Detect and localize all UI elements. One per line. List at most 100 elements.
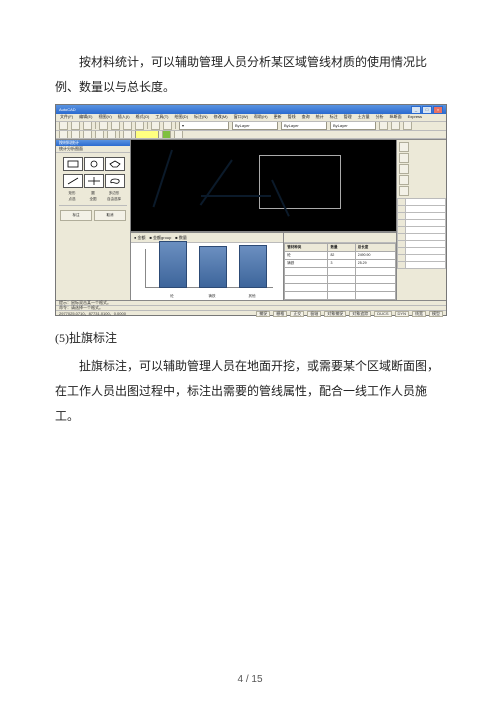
tb-run-icon[interactable] [162,131,171,139]
color-dropdown[interactable]: ByLayer [330,122,376,130]
table-header[interactable]: 数量 [328,244,355,252]
tb-new-icon[interactable] [59,122,68,130]
shape-crosshair-icon[interactable] [84,174,104,188]
tb-redo-icon[interactable] [163,122,172,130]
paragraph-2: 扯旗标注，可以辅助管理人员在地面开挖，或需要某个区域断面图，在工作人员出图过程中… [55,354,445,430]
chart-legend-item[interactable]: ■ 数量 [175,236,187,240]
chart-bar-label: 其他 [239,295,265,299]
menu-item[interactable]: 文件(F) [60,115,73,119]
prop-tool-icon[interactable] [399,186,409,196]
table-header[interactable]: 管材种类 [285,244,328,252]
shape-rectangle-icon[interactable] [63,157,83,171]
status-toggle[interactable]: 捕捉 [256,311,270,317]
tb-save-icon[interactable] [83,122,92,130]
data-pane-title [284,233,396,243]
status-toggle[interactable]: 模型 [429,311,443,317]
left-palette-panel: 按材料统计 统计分析图面 矩形 圆 多边形 点选 全图 [56,140,131,300]
tb-icon[interactable] [403,122,412,130]
menu-item[interactable]: 管线 [288,115,296,119]
tb-icon[interactable] [107,131,116,139]
menu-item[interactable]: 土方量 [358,115,370,119]
menu-item[interactable]: 统计 [316,115,324,119]
menu-item[interactable]: 查询 [302,115,310,119]
prop-value[interactable]: ByLayer [405,199,445,206]
table-header[interactable]: 总长度 [355,244,395,252]
shape-label: 点选 [63,198,81,202]
tb-icon[interactable] [95,131,104,139]
menu-item[interactable]: 纵断面 [390,115,402,119]
menu-item[interactable]: 标注(N) [194,115,208,119]
shape-line-icon[interactable] [63,174,83,188]
shape-lasso-icon[interactable] [105,174,125,188]
menu-item[interactable]: 格式(O) [136,115,150,119]
status-toggle[interactable]: 极轴 [307,311,321,317]
menu-item[interactable]: Express [408,115,422,119]
tb-icon[interactable] [83,131,92,139]
maximize-button[interactable]: □ [422,106,432,114]
annotate-button[interactable]: 标注 [60,210,92,221]
tb-print-icon[interactable] [99,122,108,130]
tb-icon[interactable] [59,131,68,139]
status-segments: 2977025.0710、87731.0100、0.0000 捕捉 栅格 正交 … [56,311,446,317]
menu-item[interactable]: 工具(T) [155,115,168,119]
palette-button-strip: 标注 取消 [56,208,130,223]
tb-undo-icon[interactable] [151,122,160,130]
chart-legend-item[interactable]: ■ 金额group [150,236,172,240]
status-toggle[interactable]: 线宽 [412,311,426,317]
table-row[interactable] [285,284,396,292]
menu-item[interactable]: 视图(V) [98,115,111,119]
status-toggle[interactable]: 正交 [290,311,304,317]
table-row[interactable] [285,292,396,300]
prop-tool-icon[interactable] [399,142,409,152]
menu-item[interactable]: 编辑(E) [79,115,92,119]
palette-tab[interactable]: 统计分析图面 [56,146,130,153]
tb-icon[interactable] [174,131,183,139]
tb-separator [95,122,96,129]
shape-circle-icon[interactable] [84,157,104,171]
bottom-pane: 金额 ■ 金额group ■ 数量 砼铸铁其他 管材种类 数量 [131,232,396,300]
status-toggle[interactable]: 对象捕捉 [324,311,346,317]
tb-icon[interactable] [71,131,80,139]
window-buttons: _ □ × [411,106,443,114]
table-row[interactable]: 砼 82 2490.90 [285,252,396,260]
close-button[interactable]: × [433,106,443,114]
prop-tool-icon[interactable] [399,153,409,163]
menu-item[interactable]: 帮助(H) [254,115,268,119]
prop-tool-icon[interactable] [399,175,409,185]
status-toggle[interactable]: 栅格 [273,311,287,317]
tb-cut-icon[interactable] [111,122,120,130]
tb-open-icon[interactable] [71,122,80,130]
shape-polygon-icon[interactable] [105,157,125,171]
linetype-dropdown[interactable]: ByLayer [232,122,278,130]
tb-paste-icon[interactable] [135,122,144,130]
table-row[interactable] [285,276,396,284]
prop-tool-icon[interactable] [399,164,409,174]
status-toggle[interactable]: 对象追踪 [349,311,371,317]
cancel-button[interactable]: 取消 [94,210,126,221]
chart-radio[interactable]: 金额 [134,236,146,240]
chart-pane: 金额 ■ 金额group ■ 数量 砼铸铁其他 [131,233,283,300]
menu-item[interactable]: 更新 [274,115,282,119]
lineweight-dropdown[interactable]: ByLayer [281,122,327,130]
status-toggle[interactable]: DYN [395,311,409,317]
menu-item[interactable]: 分析 [376,115,384,119]
tb-icon[interactable] [391,122,400,130]
tb-copy-icon[interactable] [123,122,132,130]
tb-icon[interactable] [123,131,132,139]
menu-item[interactable]: 窗口(W) [234,115,248,119]
menu-item[interactable]: 管理 [344,115,352,119]
cad-viewport[interactable] [131,140,396,232]
table-row[interactable]: 铸铁 3 25.29 [285,260,396,268]
menu-item[interactable]: 插入(I) [118,115,130,119]
minimize-button[interactable]: _ [411,106,421,114]
menu-item[interactable]: 标注 [330,115,338,119]
table-row[interactable] [285,268,396,276]
menu-item[interactable]: 修改(M) [214,115,228,119]
paragraph-1: 按材料统计，可以辅助管理人员分析某区域管线材质的使用情况比例、数量以与总长度。 [55,50,445,100]
pipeline-line [200,160,233,206]
coord-field[interactable] [135,131,159,139]
tb-icon[interactable] [379,122,388,130]
menu-item[interactable]: 绘图(D) [174,115,188,119]
layer-dropdown[interactable]: ▾ [179,122,229,130]
status-toggle[interactable]: DUCS [374,311,391,317]
